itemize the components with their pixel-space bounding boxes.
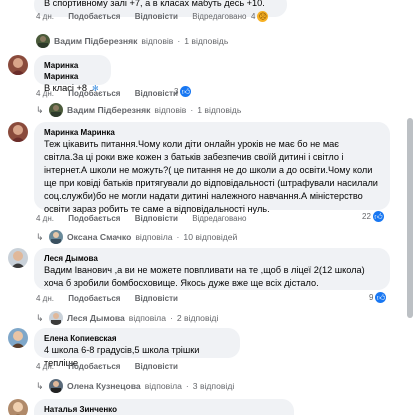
separator: ·	[169, 313, 173, 323]
comment-actions: 4 дн. Подобається Відповісти	[36, 294, 190, 303]
reply-arrow-icon: ↳	[36, 312, 44, 323]
comment-author[interactable]: Наталья Зинченко	[44, 404, 284, 415]
reply-arrow-icon: ↳	[36, 380, 44, 391]
thumbs-up-icon: 👍︎	[180, 86, 192, 97]
reaction-summary[interactable]: 9 👍︎	[369, 292, 387, 303]
reaction-count: 4	[251, 12, 256, 21]
comment-bubble: Маринка Маринка Теж цікавить питання.Чом…	[34, 122, 390, 214]
reply-thread-toggle[interactable]: ↳ Леся Дымова відповіла · 2 відповіді	[36, 311, 218, 325]
reply-count: 10 відповідей	[183, 232, 238, 242]
avatar	[49, 230, 63, 244]
comment-author[interactable]: Маринка Маринка	[44, 60, 101, 82]
edited-label: Відредаговано	[192, 12, 247, 21]
reaction-summary[interactable]: 22 👍︎	[362, 211, 384, 222]
reaction-summary[interactable]: 4 ☹	[251, 11, 269, 22]
reply-action: відповіла	[135, 232, 173, 242]
like-button[interactable]: Подобається	[68, 214, 120, 223]
avatar	[36, 34, 50, 48]
like-button[interactable]: Подобається	[68, 12, 120, 21]
avatar[interactable]	[8, 248, 28, 268]
separator: ·	[176, 232, 180, 242]
comment-bubble: Маринка Маринка В класі +8 .✻	[34, 55, 111, 93]
reply-action: відповів	[141, 36, 174, 46]
reply-arrow-icon: ↳	[36, 231, 44, 242]
replier-name: Вадим Підберезняк	[67, 105, 151, 115]
comment-actions: 4 дн. Подобається Відповісти	[36, 89, 190, 98]
comment-text: В спортивному залі +7, а в класах мабуть…	[44, 0, 265, 8]
replier-name: Оксана Смачко	[67, 232, 132, 242]
reaction-count: 9	[369, 293, 374, 302]
edited-label: Відредаговано	[192, 214, 247, 223]
avatar	[49, 379, 63, 393]
comments-feed: В спортивному залі +7, а в класах мабуть…	[0, 0, 404, 415]
comment-actions: 4 дн. Подобається Відповісти	[36, 362, 190, 371]
comment-time[interactable]: 4 дн.	[36, 362, 54, 371]
avatar[interactable]	[8, 328, 28, 348]
avatar[interactable]	[8, 399, 28, 415]
reply-action: відповів	[154, 105, 187, 115]
reaction-summary[interactable]: 3 👍︎	[174, 86, 192, 97]
like-button[interactable]: Подобається	[68, 362, 120, 371]
scrollbar[interactable]	[407, 118, 413, 318]
reply-count: 1 відповідь	[184, 36, 229, 46]
replier-name: Леся Дымова	[67, 313, 125, 323]
reply-arrow-icon: ↳	[36, 104, 44, 115]
sad-icon: ☹	[257, 11, 269, 22]
avatar	[49, 103, 63, 117]
avatar	[49, 311, 63, 325]
avatar[interactable]	[8, 55, 28, 75]
reply-thread-toggle[interactable]: ↳ Вадим Підберезняк відповів · 1 відпові…	[36, 103, 241, 117]
reply-button[interactable]: Відповісти	[135, 362, 178, 371]
like-button[interactable]: Подобається	[68, 89, 120, 98]
reply-thread-toggle[interactable]: ↳ Оксана Смачко відповіла · 10 відповіде…	[36, 230, 237, 244]
reply-button[interactable]: Відповісти	[135, 89, 178, 98]
comment-time[interactable]: 4 дн.	[36, 214, 54, 223]
comment-author[interactable]: Маринка Маринка	[44, 127, 380, 138]
reply-thread-toggle[interactable]: ↳ Олена Кузнецова відповіла · 3 відповід…	[36, 379, 234, 393]
reply-thread-toggle[interactable]: Вадим Підберезняк відповів · 1 відповідь	[36, 34, 228, 48]
comment-actions: 4 дн. Подобається Відповісти Відредагова…	[36, 12, 258, 21]
comment-text: Теж цікавить питання.Чому коли діти онла…	[44, 139, 378, 214]
thumbs-up-icon: 👍︎	[375, 292, 387, 303]
reply-action: відповіла	[128, 313, 166, 323]
reply-button[interactable]: Відповісти	[135, 214, 178, 223]
reply-button[interactable]: Відповісти	[135, 294, 178, 303]
replier-name: Олена Кузнецова	[67, 381, 141, 391]
reply-button[interactable]: Відповісти	[135, 12, 178, 21]
reply-count: 2 відповіді	[176, 313, 219, 323]
reply-action: відповіла	[144, 381, 182, 391]
comment-time[interactable]: 4 дн.	[36, 294, 54, 303]
reply-count: 3 відповіді	[192, 381, 235, 391]
avatar[interactable]	[8, 122, 28, 142]
comment-bubble: Наталья Зинченко	[34, 399, 294, 415]
reply-count: 1 відповідь	[197, 105, 242, 115]
reaction-count: 3	[174, 87, 179, 96]
comment-bubble: Елена Копиевская 4 школа 6-8 градусів,5 …	[34, 328, 240, 368]
comment-text: Вадим Іванович ,а ви не можете повпливат…	[44, 265, 365, 288]
replier-name: Вадим Підберезняк	[54, 36, 138, 46]
comment-actions: 4 дн. Подобається Відповісти Відредагова…	[36, 214, 258, 223]
comment-time[interactable]: 4 дн.	[36, 89, 54, 98]
separator: ·	[190, 105, 194, 115]
reaction-count: 22	[362, 212, 371, 221]
thumbs-up-icon: 👍︎	[372, 211, 384, 222]
comment-bubble: Леся Дымова Вадим Іванович ,а ви не може…	[34, 248, 390, 290]
separator: ·	[185, 381, 189, 391]
like-button[interactable]: Подобається	[68, 294, 120, 303]
comment-author[interactable]: Леся Дымова	[44, 253, 380, 264]
comment-author[interactable]: Елена Копиевская	[44, 333, 230, 344]
comment-time[interactable]: 4 дн.	[36, 12, 54, 21]
separator: ·	[177, 36, 181, 46]
